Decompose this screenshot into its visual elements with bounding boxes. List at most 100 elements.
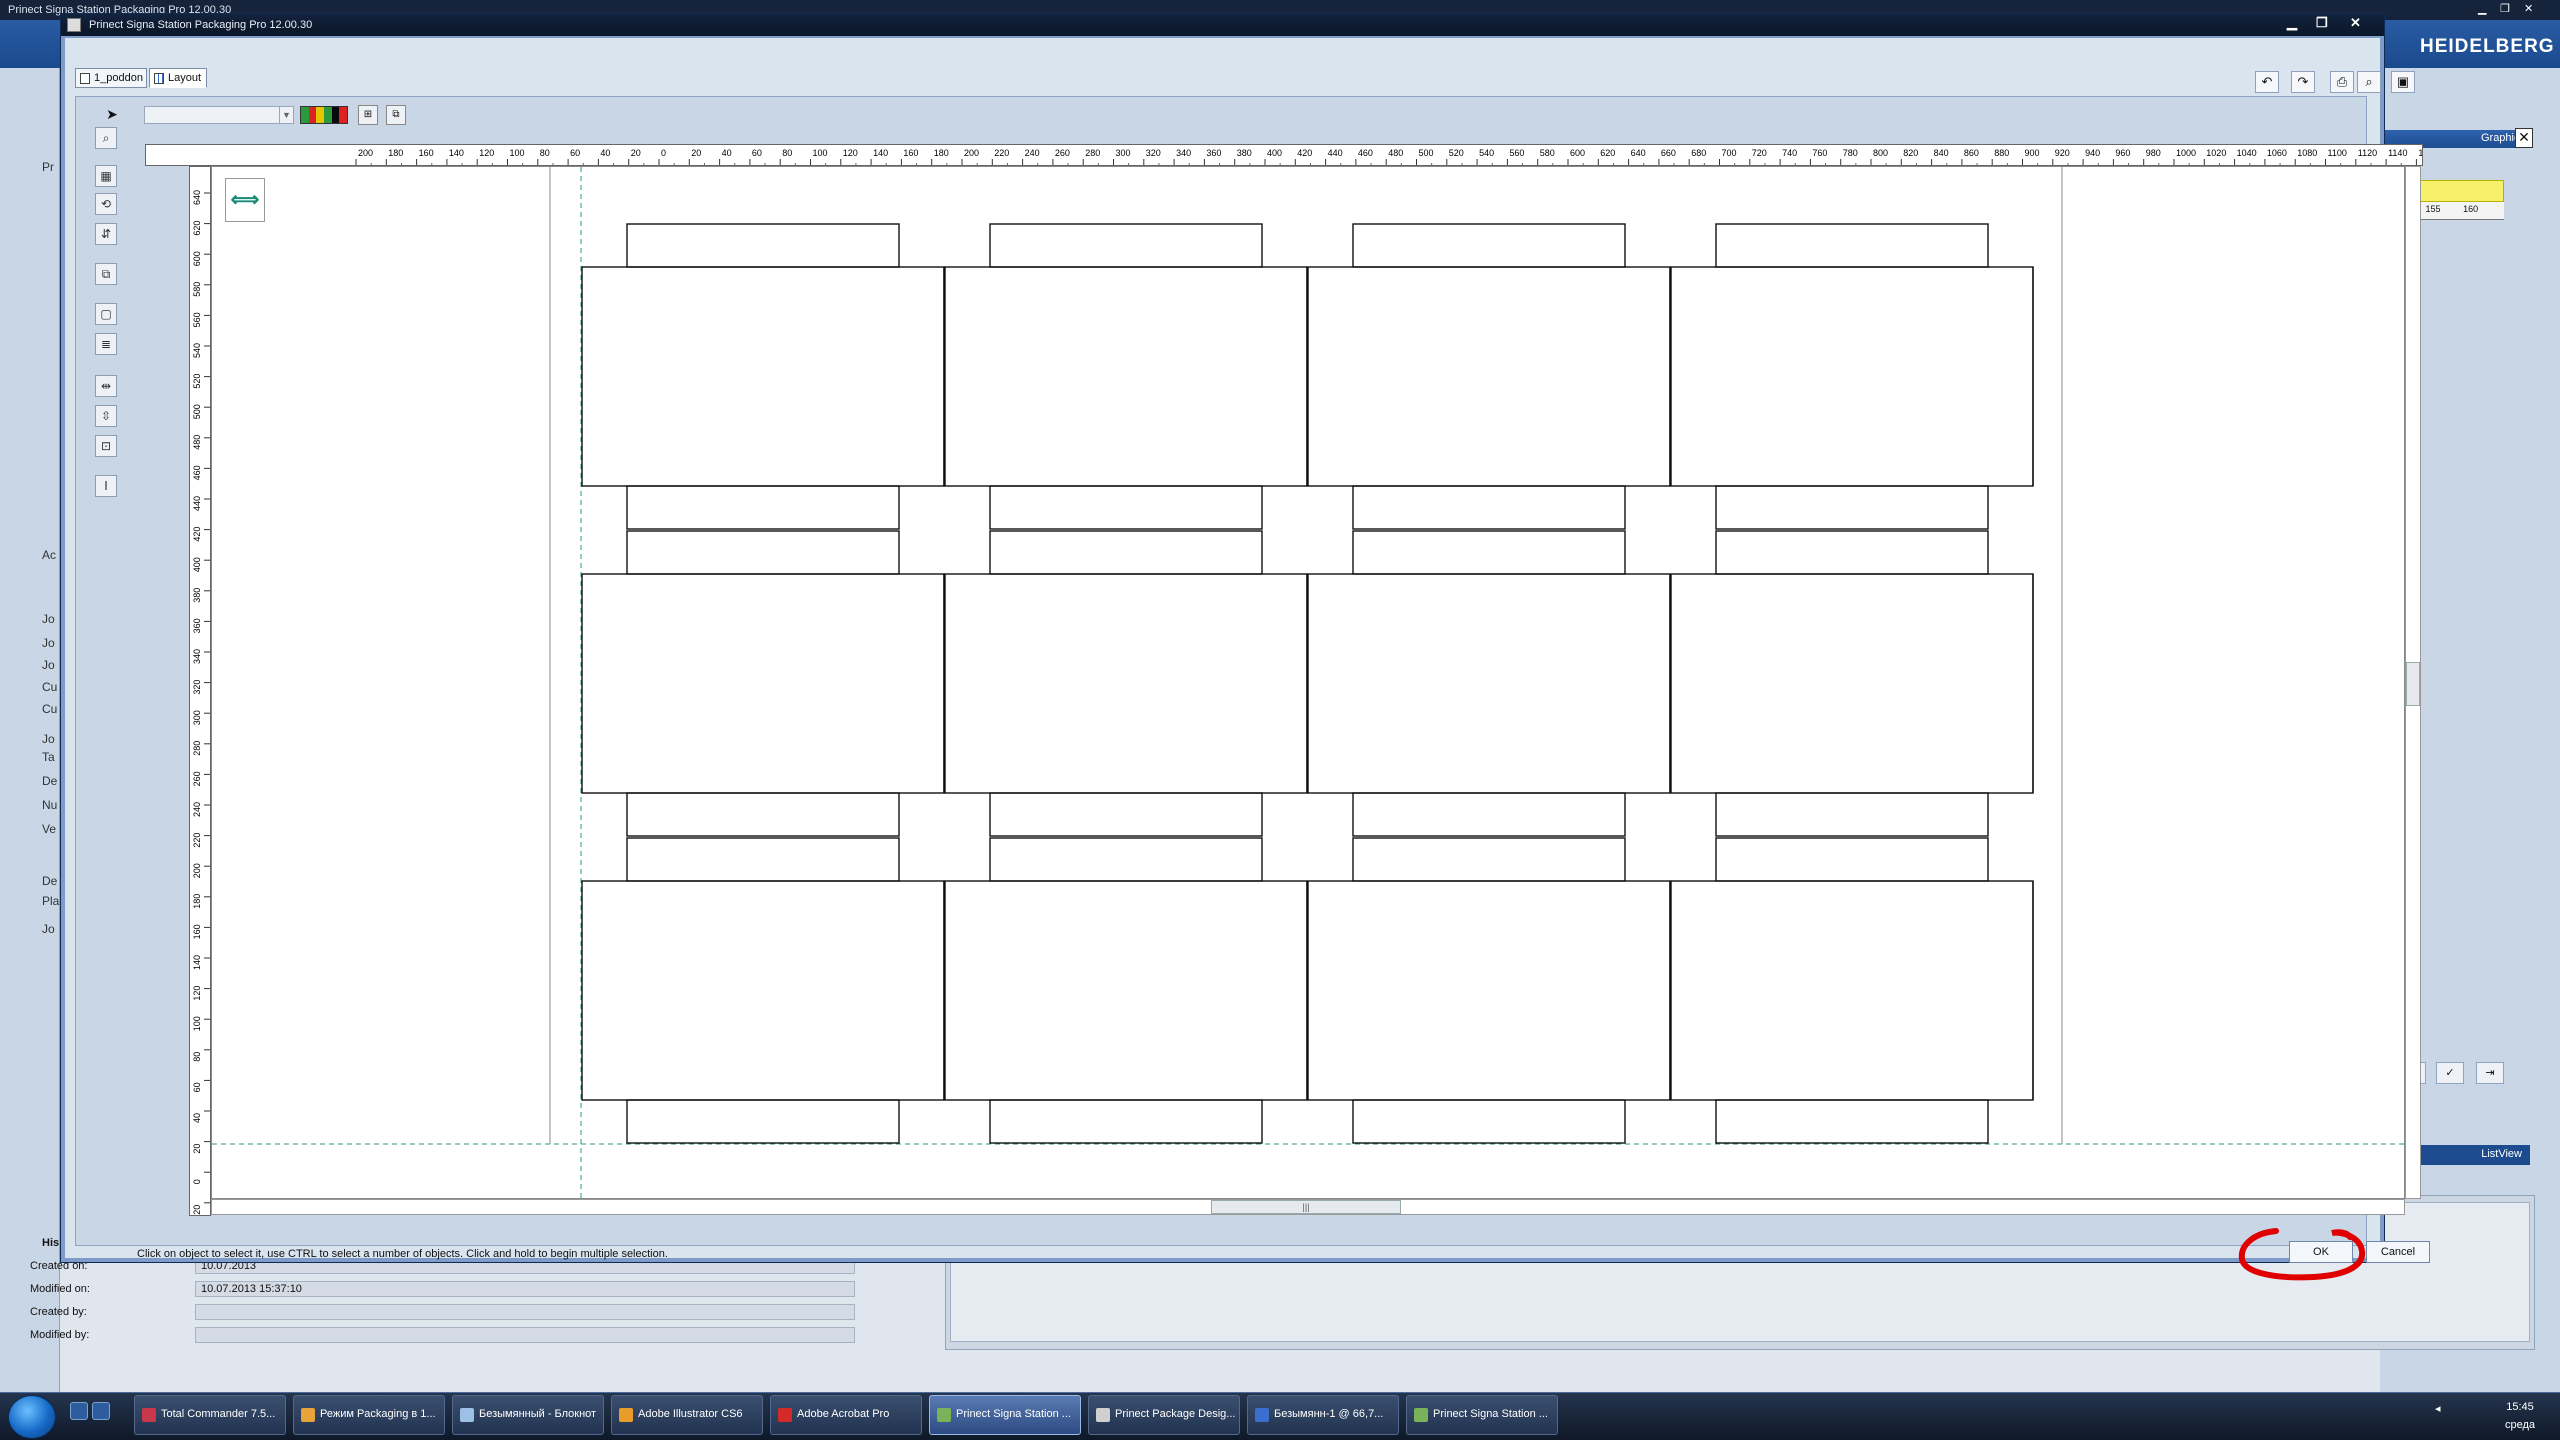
grid-tool-icon[interactable]: ▦ bbox=[95, 165, 117, 187]
maximize-icon[interactable]: ❐ bbox=[2500, 2, 2510, 15]
top-flap[interactable] bbox=[1352, 223, 1626, 268]
box-body[interactable] bbox=[581, 266, 945, 487]
bottom-flap[interactable] bbox=[1352, 485, 1626, 530]
bottom-flap[interactable] bbox=[626, 1099, 900, 1144]
top-flap[interactable] bbox=[989, 837, 1263, 882]
color-swatch-icon[interactable] bbox=[300, 106, 348, 124]
box-body[interactable] bbox=[944, 880, 1308, 1101]
maximize-icon[interactable]: ❐ bbox=[2316, 15, 2328, 31]
bottom-flap[interactable] bbox=[1715, 792, 1989, 837]
tab-1-poddon[interactable]: 1_poddon bbox=[75, 68, 147, 88]
clock[interactable]: 15:45 среда bbox=[2490, 1398, 2550, 1434]
minimize-icon[interactable]: ▁ bbox=[2478, 2, 2486, 15]
top-flap[interactable] bbox=[989, 530, 1263, 575]
top-flap[interactable] bbox=[1715, 223, 1989, 268]
align-icon[interactable]: ⇥ bbox=[2476, 1062, 2504, 1084]
layers-icon[interactable]: ⧉ bbox=[386, 105, 406, 125]
bottom-flap[interactable] bbox=[1352, 792, 1626, 837]
box-body[interactable] bbox=[1670, 573, 2034, 794]
top-flap[interactable] bbox=[989, 223, 1263, 268]
copy-tool-icon[interactable]: ⧉ bbox=[95, 263, 117, 285]
pointer-icon[interactable]: ➤ bbox=[102, 105, 122, 125]
box-body[interactable] bbox=[1307, 880, 1671, 1101]
box-body[interactable] bbox=[1307, 266, 1671, 487]
dialog-titlebar: Prinect Signa Station Packaging Pro 12.0… bbox=[61, 14, 2384, 36]
save-icon[interactable]: ▣ bbox=[2391, 71, 2415, 93]
preview-icon[interactable]: ⌕ bbox=[2357, 71, 2381, 93]
align-tool-icon[interactable]: ≣ bbox=[95, 333, 117, 355]
taskbar-item[interactable]: Prinect Package Desig... bbox=[1088, 1395, 1240, 1435]
bottom-flap[interactable] bbox=[626, 485, 900, 530]
ie-icon[interactable] bbox=[70, 1402, 88, 1420]
modified-by-field[interactable] bbox=[195, 1327, 855, 1343]
cancel-button[interactable]: Cancel bbox=[2366, 1241, 2430, 1263]
page-fit-icon[interactable]: ⟺ bbox=[225, 178, 265, 222]
taskbar-item[interactable]: Adobe Acrobat Pro bbox=[770, 1395, 922, 1435]
box-body[interactable] bbox=[944, 573, 1308, 794]
top-flap[interactable] bbox=[1715, 837, 1989, 882]
minimize-icon[interactable]: ▁ bbox=[2287, 15, 2297, 31]
taskbar-item[interactable]: Adobe Illustrator CS6 bbox=[611, 1395, 763, 1435]
bottom-flap[interactable] bbox=[1715, 1099, 1989, 1144]
bottom-flap[interactable] bbox=[989, 1099, 1263, 1144]
zoom-icon[interactable]: ⌕ bbox=[95, 127, 117, 149]
frame-tool-icon[interactable]: ▢ bbox=[95, 303, 117, 325]
tab-layout[interactable]: Layout bbox=[149, 68, 207, 88]
ruler-tick-label: 80 bbox=[782, 148, 792, 158]
graphics-close-button[interactable]: ✕ bbox=[2515, 128, 2533, 148]
taskbar-item[interactable]: Total Commander 7.5... bbox=[134, 1395, 286, 1435]
explorer-icon[interactable] bbox=[92, 1402, 110, 1420]
grid-settings-icon[interactable]: ⊞ bbox=[358, 105, 378, 125]
taskbar-item[interactable]: Безымянный - Блокнот bbox=[452, 1395, 604, 1435]
bottom-flap[interactable] bbox=[989, 792, 1263, 837]
close-icon[interactable]: ✕ bbox=[2524, 2, 2533, 15]
vertical-scroll-thumb[interactable] bbox=[2406, 662, 2420, 706]
step-tool-icon[interactable]: ⇵ bbox=[95, 223, 117, 245]
top-flap[interactable] bbox=[1352, 530, 1626, 575]
top-flap[interactable] bbox=[626, 837, 900, 882]
text-tool-icon[interactable]: Ⅰ bbox=[95, 475, 117, 497]
created-by-field[interactable] bbox=[195, 1304, 855, 1320]
layout-select[interactable]: ▼ bbox=[144, 106, 294, 124]
taskbar-item[interactable]: Prinect Signa Station ... bbox=[1406, 1395, 1558, 1435]
top-flap[interactable] bbox=[626, 223, 900, 268]
bottom-flap[interactable] bbox=[626, 792, 900, 837]
created-by-label: Created by: bbox=[30, 1306, 87, 1318]
top-flap[interactable] bbox=[1715, 530, 1989, 575]
ruler-tick-label: 400 bbox=[1267, 148, 1282, 158]
taskbar-item[interactable]: Безымянн-1 @ 66,7... bbox=[1247, 1395, 1399, 1435]
bottom-flap[interactable] bbox=[1715, 485, 1989, 530]
check-icon[interactable]: ✓ bbox=[2436, 1062, 2464, 1084]
tray-arrow-icon[interactable]: ◂ bbox=[2435, 1402, 2441, 1415]
top-flap[interactable] bbox=[626, 530, 900, 575]
box-body[interactable] bbox=[1307, 573, 1671, 794]
undo-icon[interactable]: ↶ bbox=[2255, 71, 2279, 93]
gap-tool-icon[interactable]: ⊡ bbox=[95, 435, 117, 457]
box-body[interactable] bbox=[581, 880, 945, 1101]
rotate-tool-icon[interactable]: ⟲ bbox=[95, 193, 117, 215]
box-body[interactable] bbox=[944, 266, 1308, 487]
status-text: Click on object to select it, use CTRL t… bbox=[137, 1248, 668, 1260]
box-body[interactable] bbox=[1670, 266, 2034, 487]
top-flap[interactable] bbox=[1352, 837, 1626, 882]
ruler-tick-label: 480 bbox=[192, 435, 202, 450]
modified-on-field[interactable]: 10.07.2013 15:37:10 bbox=[195, 1281, 855, 1297]
taskbar-item[interactable]: Режим Packaging в 1... bbox=[293, 1395, 445, 1435]
horizontal-scroll-thumb[interactable]: ||| bbox=[1211, 1200, 1401, 1214]
distribute-v-icon[interactable]: ⇳ bbox=[95, 405, 117, 427]
bottom-flap[interactable] bbox=[989, 485, 1263, 530]
side-label: Ta bbox=[42, 750, 55, 764]
close-icon[interactable]: ✕ bbox=[2350, 15, 2361, 31]
taskbar-item[interactable]: Prinect Signa Station ... bbox=[929, 1395, 1081, 1435]
redo-icon[interactable]: ↷ bbox=[2291, 71, 2315, 93]
layout-canvas[interactable] bbox=[211, 166, 2405, 1199]
ruler-tick-label: 1080 bbox=[2297, 148, 2317, 158]
box-body[interactable] bbox=[581, 573, 945, 794]
print-icon[interactable]: ⎙ bbox=[2330, 71, 2354, 93]
bottom-flap[interactable] bbox=[1352, 1099, 1626, 1144]
box-body[interactable] bbox=[1670, 880, 2034, 1101]
ruler-tick-label: 20 bbox=[192, 1144, 202, 1154]
start-button[interactable] bbox=[8, 1395, 56, 1439]
ruler-tick-label: 360 bbox=[192, 618, 202, 633]
distribute-h-icon[interactable]: ⇹ bbox=[95, 375, 117, 397]
